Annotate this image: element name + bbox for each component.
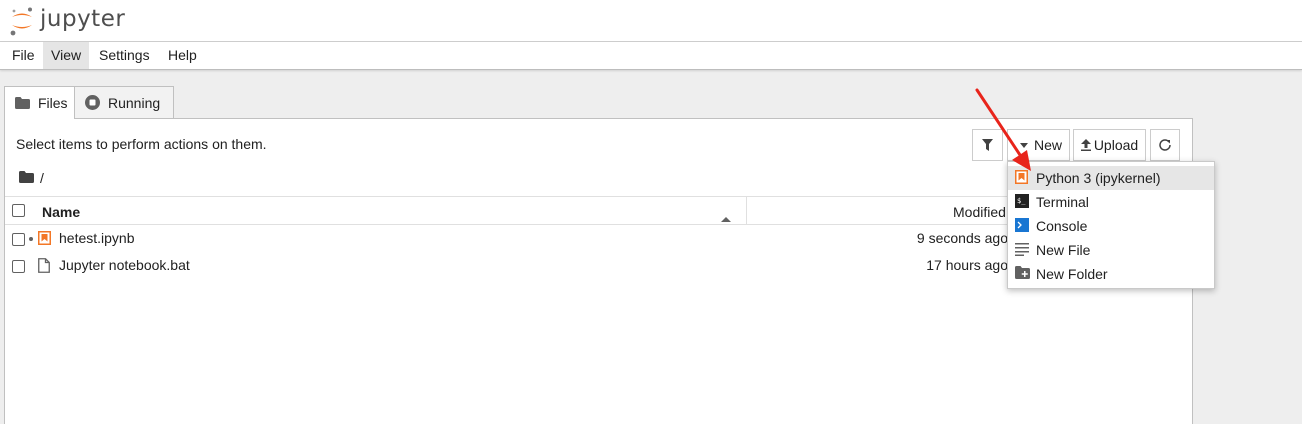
menu-file[interactable]: File (4, 42, 43, 69)
file-modified: 17 hours ago (926, 257, 1008, 273)
column-divider[interactable] (746, 197, 747, 224)
menu-item-new-folder[interactable]: New Folder (1008, 262, 1214, 286)
console-icon (1015, 218, 1029, 235)
menu-item-label: New File (1036, 242, 1091, 258)
file-name[interactable]: Jupyter notebook.bat (59, 257, 190, 273)
running-indicator (29, 237, 33, 241)
menu-item-label: Console (1036, 218, 1088, 234)
menu-item-label: Python 3 (ipykernel) (1036, 170, 1161, 186)
file-modified: 9 seconds ago (916, 230, 1008, 246)
file-name[interactable]: hetest.ipynb (59, 230, 135, 246)
menu-item-terminal[interactable]: $_ Terminal (1008, 190, 1214, 214)
breadcrumb-path[interactable]: / (40, 170, 44, 186)
tab-files-label: Files (38, 95, 68, 111)
tab-running-label: Running (108, 94, 161, 111)
stop-circle-icon (85, 95, 100, 110)
menu-item-new-file[interactable]: New File (1008, 238, 1214, 262)
tab-files[interactable]: Files (4, 86, 75, 119)
menu-item-python3[interactable]: Python 3 (ipykernel) (1008, 166, 1214, 190)
terminal-icon: $_ (1015, 194, 1029, 211)
top-bar: jupyter (0, 0, 1302, 42)
menu-view[interactable]: View (43, 42, 90, 69)
notebook-icon (38, 231, 51, 248)
row-checkbox[interactable] (12, 233, 25, 246)
new-button[interactable]: New (1007, 129, 1070, 161)
refresh-button[interactable] (1150, 129, 1180, 161)
new-menu-dropdown: Python 3 (ipykernel) $_ Terminal Console… (1007, 161, 1215, 289)
jupyter-logo-icon (10, 7, 32, 36)
upload-icon (1080, 139, 1091, 151)
menu-settings[interactable]: Settings (91, 42, 158, 69)
upload-button[interactable]: Upload (1073, 129, 1146, 161)
filter-icon (982, 139, 993, 151)
new-button-label: New (1034, 137, 1063, 153)
selection-info-text: Select items to perform actions on them. (16, 136, 267, 152)
new-folder-icon (1015, 266, 1030, 282)
select-all-checkbox[interactable] (12, 204, 25, 217)
svg-text:$_: $_ (1017, 197, 1026, 205)
column-header-name[interactable]: Name (42, 204, 80, 220)
row-checkbox[interactable] (12, 260, 25, 273)
sort-ascending-icon[interactable] (721, 209, 731, 225)
menu-item-label: New Folder (1036, 266, 1108, 282)
menu-item-console[interactable]: Console (1008, 214, 1214, 238)
jupyter-logo[interactable]: jupyter (10, 5, 125, 37)
notebook-icon (1015, 170, 1028, 187)
menu-bar: File View Settings Help (0, 42, 1302, 70)
menu-help[interactable]: Help (160, 42, 205, 69)
text-file-icon (1015, 242, 1029, 259)
breadcrumb-home-folder-icon[interactable] (19, 170, 34, 186)
filter-button[interactable] (972, 129, 1003, 161)
breadcrumb: / (19, 170, 44, 186)
menu-item-label: Terminal (1036, 194, 1089, 210)
logo-text: jupyter (40, 6, 126, 32)
tab-running[interactable]: Running (74, 86, 174, 118)
caret-down-icon (1020, 142, 1028, 148)
column-header-modified[interactable]: Modified (953, 204, 1006, 220)
folder-icon (15, 97, 30, 109)
upload-button-label: Upload (1093, 137, 1139, 153)
refresh-icon (1159, 139, 1171, 151)
file-icon (38, 258, 50, 276)
